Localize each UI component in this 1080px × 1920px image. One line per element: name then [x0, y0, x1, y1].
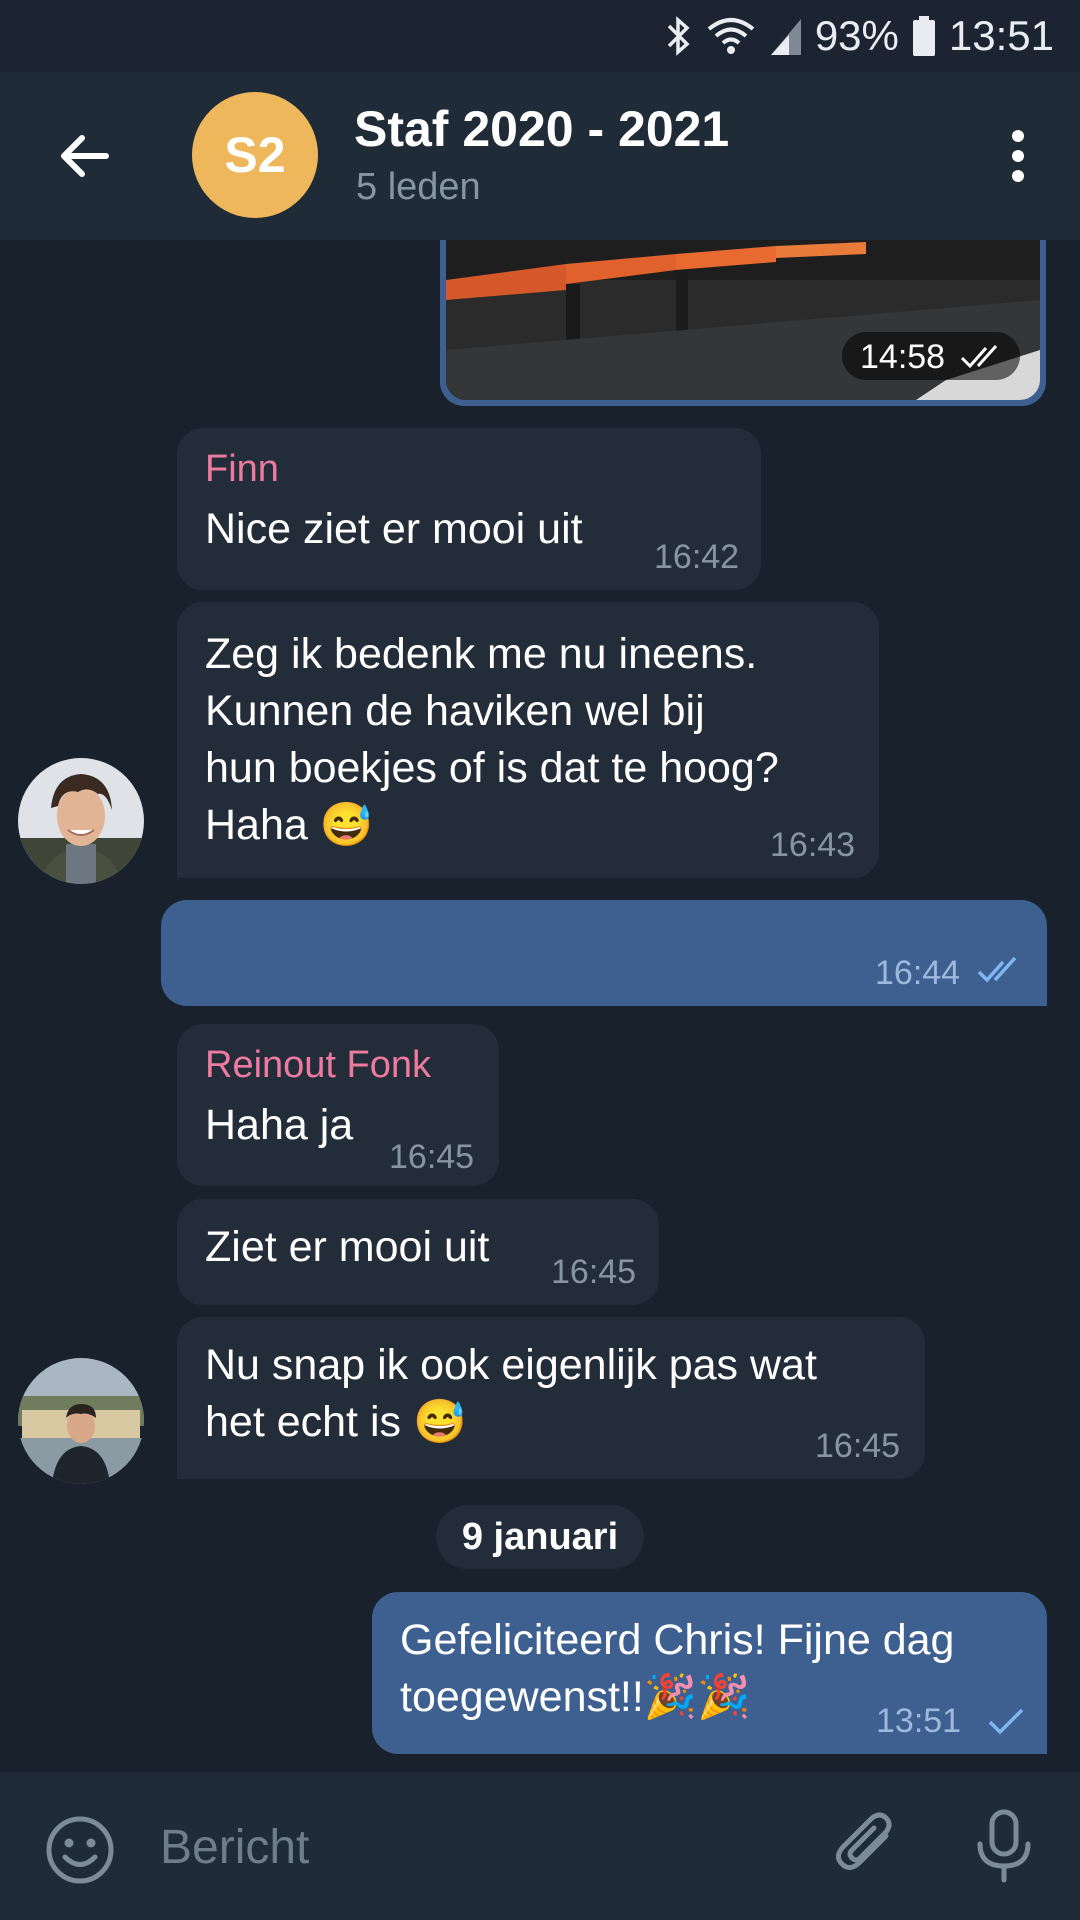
- chat-title[interactable]: Staf 2020 - 2021: [354, 100, 729, 158]
- incoming-message[interactable]: Finn Nice ziet er mooi uit 16:42: [177, 428, 761, 590]
- date-separator: 9 januari: [436, 1505, 644, 1569]
- message-time: 16:45: [389, 1138, 475, 1176]
- user-avatar-reinout[interactable]: [18, 1358, 144, 1484]
- message-input[interactable]: [158, 1808, 802, 1886]
- emoji-icon[interactable]: [44, 1814, 116, 1886]
- sender-name[interactable]: Reinout Fonk: [205, 1044, 471, 1087]
- message-time: 16:43: [770, 826, 856, 864]
- message-time: 14:58: [860, 338, 946, 376]
- incoming-message[interactable]: Reinout Fonk Haha ja 16:45: [177, 1024, 499, 1186]
- attachment-icon[interactable]: [828, 1806, 908, 1886]
- message-text: Zeg ik bedenk me nu ineens. Kunnen de ha…: [205, 630, 779, 849]
- media-message[interactable]: 14:58: [440, 240, 1046, 406]
- signal-icon: [770, 19, 801, 55]
- message-time: 16:44: [875, 954, 961, 992]
- message-text: Nu snap ik ook eigenlijk pas wat het ech…: [205, 1341, 817, 1446]
- battery-icon: [912, 16, 935, 56]
- double-check-icon: [977, 956, 1017, 983]
- more-options-icon[interactable]: [986, 124, 1050, 188]
- member-count: 5 leden: [356, 166, 481, 208]
- incoming-message[interactable]: Ziet er mooi uit 16:45: [177, 1199, 659, 1305]
- incoming-message[interactable]: Zeg ik bedenk me nu ineens. Kunnen de ha…: [177, 602, 879, 878]
- message-time: 16:45: [815, 1427, 901, 1465]
- double-check-icon: [960, 344, 998, 369]
- microphone-icon[interactable]: [964, 1806, 1044, 1886]
- message-time: 13:51: [876, 1702, 962, 1740]
- clock: 13:51: [948, 12, 1054, 59]
- sender-name[interactable]: Finn: [205, 448, 733, 491]
- check-icon: [988, 1708, 1024, 1735]
- message-composer: [0, 1772, 1080, 1920]
- battery-percentage: 93%: [814, 12, 899, 59]
- outgoing-message[interactable]: Gefeliciteerd Chris! Fijne dag toegewens…: [372, 1592, 1047, 1754]
- incoming-message[interactable]: Nu snap ik ook eigenlijk pas wat het ech…: [177, 1317, 925, 1479]
- user-avatar-finn[interactable]: [18, 758, 144, 884]
- chat-header: S2 Staf 2020 - 2021 5 leden: [0, 72, 1080, 240]
- message-time: 16:45: [551, 1253, 637, 1291]
- media-time-badge: 14:58: [842, 332, 1020, 380]
- bluetooth-icon: [667, 16, 690, 56]
- group-avatar[interactable]: S2: [192, 92, 318, 218]
- outgoing-message[interactable]: 16:44: [161, 900, 1047, 1006]
- status-bar: 93% 13:51: [0, 0, 1080, 72]
- back-arrow-icon[interactable]: [52, 124, 116, 188]
- wifi-icon: [707, 18, 755, 54]
- message-time: 16:42: [654, 538, 740, 576]
